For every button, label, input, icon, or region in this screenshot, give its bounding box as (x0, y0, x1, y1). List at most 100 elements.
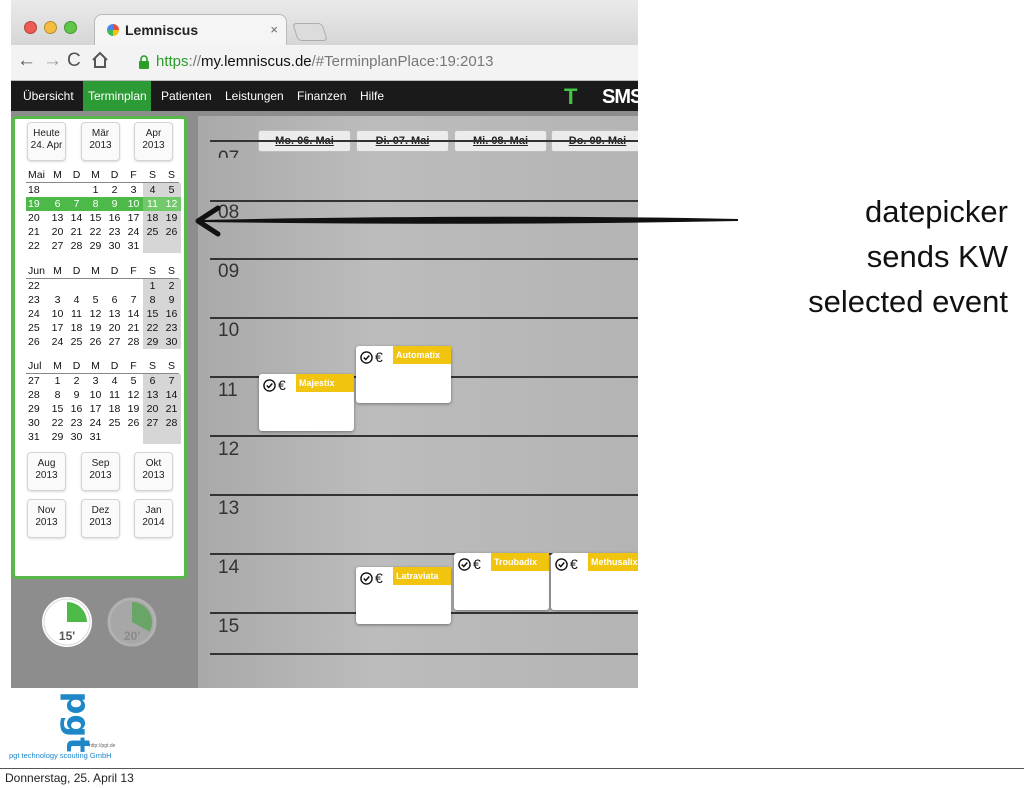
menu-item-terminplan[interactable]: Terminplan (83, 81, 151, 111)
menu-item-finanzen[interactable]: Finanzen (292, 81, 351, 111)
week-number[interactable]: 30 (26, 416, 47, 430)
week-row[interactable]: 23 3 4 5 6 7 8 9 (26, 293, 181, 307)
day-cell[interactable]: 9 (105, 197, 124, 211)
day-cell[interactable]: 27 (48, 239, 67, 253)
slot-timer-20-button[interactable]: 20' (106, 596, 158, 648)
month-button-apr-2013[interactable]: Apr 2013 (134, 122, 173, 161)
menu-item-patienten[interactable]: Patienten (156, 81, 217, 111)
week-number[interactable]: 25 (26, 321, 47, 335)
week-row[interactable]: 21 20 21 22 23 24 25 26 (26, 225, 181, 239)
day-cell[interactable]: 9 (67, 388, 86, 402)
window-maximize-button[interactable] (64, 21, 77, 34)
today-button[interactable]: Heute 24. Apr (27, 122, 66, 161)
week-row[interactable]: 30 22 23 24 25 26 27 28 (26, 416, 181, 430)
day-cell[interactable]: 27 (143, 416, 162, 430)
week-row[interactable]: 28 8 9 10 11 12 13 14 (26, 388, 181, 402)
day-cell[interactable]: 7 (124, 293, 143, 307)
day-cell[interactable]: 2 (105, 183, 124, 197)
day-cell[interactable]: 19 (124, 402, 143, 416)
day-cell[interactable]: 26 (124, 416, 143, 430)
day-cell[interactable]: 15 (143, 307, 162, 321)
day-cell[interactable]: 14 (124, 307, 143, 321)
week-number[interactable]: 28 (26, 388, 47, 402)
day-cell[interactable]: 5 (124, 374, 143, 388)
day-cell[interactable]: 28 (67, 239, 86, 253)
day-cell[interactable]: 28 (162, 416, 181, 430)
week-number[interactable]: 27 (26, 374, 47, 388)
day-cell[interactable]: 20 (105, 321, 124, 335)
day-cell[interactable]: 29 (48, 430, 67, 444)
day-cell[interactable]: 17 (86, 402, 105, 416)
day-cell[interactable]: 3 (124, 183, 143, 197)
day-cell[interactable]: 21 (67, 225, 86, 239)
window-minimize-button[interactable] (44, 21, 57, 34)
day-cell[interactable]: 4 (67, 293, 86, 307)
slot-timer-15-button[interactable]: 15' (41, 596, 93, 648)
day-cell[interactable]: 21 (162, 402, 181, 416)
day-cell[interactable]: 12 (124, 388, 143, 402)
day-cell[interactable]: 26 (162, 225, 181, 239)
day-cell[interactable]: 13 (143, 388, 162, 402)
week-row[interactable]: 31 29 30 31 (26, 430, 181, 444)
week-row[interactable]: 24 10 11 12 13 14 15 16 (26, 307, 181, 321)
week-number[interactable]: 29 (26, 402, 47, 416)
day-cell[interactable]: 11 (143, 197, 162, 211)
month-button-jan-2014[interactable]: Jan 2014 (134, 499, 173, 538)
day-cell[interactable]: 20 (48, 225, 67, 239)
day-cell[interactable]: 12 (162, 197, 181, 211)
home-button[interactable] (91, 51, 109, 71)
day-cell[interactable]: 24 (48, 335, 67, 349)
event-majestix[interactable]: € Majestix (259, 374, 354, 431)
event-methusalix[interactable]: € Methusalix (551, 553, 638, 610)
week-row[interactable]: 27 1 2 3 4 5 6 7 (26, 374, 181, 388)
tab-close-icon[interactable]: × (270, 22, 278, 37)
day-cell[interactable]: 6 (143, 374, 162, 388)
back-button[interactable]: ← (17, 51, 36, 71)
day-cell[interactable]: 25 (105, 416, 124, 430)
day-cell[interactable]: 24 (86, 416, 105, 430)
day-cell[interactable]: 6 (105, 293, 124, 307)
day-cell[interactable]: 18 (67, 321, 86, 335)
day-cell[interactable]: 19 (162, 211, 181, 225)
day-cell[interactable]: 8 (48, 388, 67, 402)
week-number[interactable]: 19 (26, 197, 47, 211)
week-number[interactable]: 20 (26, 211, 47, 225)
day-cell[interactable]: 22 (86, 225, 105, 239)
day-cell[interactable]: 11 (105, 388, 124, 402)
week-number[interactable]: 23 (26, 293, 47, 307)
day-cell[interactable]: 27 (105, 335, 124, 349)
day-cell[interactable]: 28 (124, 335, 143, 349)
day-cell[interactable]: 29 (143, 335, 162, 349)
day-cell[interactable]: 5 (86, 293, 105, 307)
day-cell[interactable]: 31 (86, 430, 105, 444)
day-cell[interactable]: 23 (162, 321, 181, 335)
day-cell[interactable]: 21 (124, 321, 143, 335)
day-cell[interactable]: 26 (86, 335, 105, 349)
day-cell[interactable]: 10 (86, 388, 105, 402)
week-number[interactable]: 22 (26, 279, 47, 293)
day-cell[interactable]: 17 (124, 211, 143, 225)
day-cell[interactable]: 16 (67, 402, 86, 416)
week-row[interactable]: 25 17 18 19 20 21 22 23 (26, 321, 181, 335)
day-cell[interactable]: 7 (67, 197, 86, 211)
week-number[interactable]: 18 (26, 183, 47, 197)
month-button-aug-2013[interactable]: Aug 2013 (27, 452, 66, 491)
event-automatix[interactable]: € Automatix (356, 346, 451, 403)
week-number[interactable]: 22 (26, 239, 47, 253)
week-row[interactable]: 18 1 2 3 4 5 (26, 183, 181, 197)
day-cell[interactable]: 23 (105, 225, 124, 239)
day-cell[interactable]: 24 (124, 225, 143, 239)
event-troubadix[interactable]: € Troubadix (454, 553, 549, 610)
month-button-okt-2013[interactable]: Okt 2013 (134, 452, 173, 491)
day-cell[interactable]: 30 (162, 335, 181, 349)
new-tab-button[interactable] (292, 23, 328, 41)
month-button-nov-2013[interactable]: Nov 2013 (27, 499, 66, 538)
day-cell[interactable]: 3 (86, 374, 105, 388)
event-latraviata[interactable]: € Latraviata (356, 567, 451, 624)
day-cell[interactable]: 2 (67, 374, 86, 388)
month-button-sep-2013[interactable]: Sep 2013 (81, 452, 120, 491)
day-cell[interactable]: 10 (48, 307, 67, 321)
month-button-mar-2013[interactable]: Mär 2013 (81, 122, 120, 161)
day-cell[interactable]: 31 (124, 239, 143, 253)
week-number[interactable]: 21 (26, 225, 47, 239)
